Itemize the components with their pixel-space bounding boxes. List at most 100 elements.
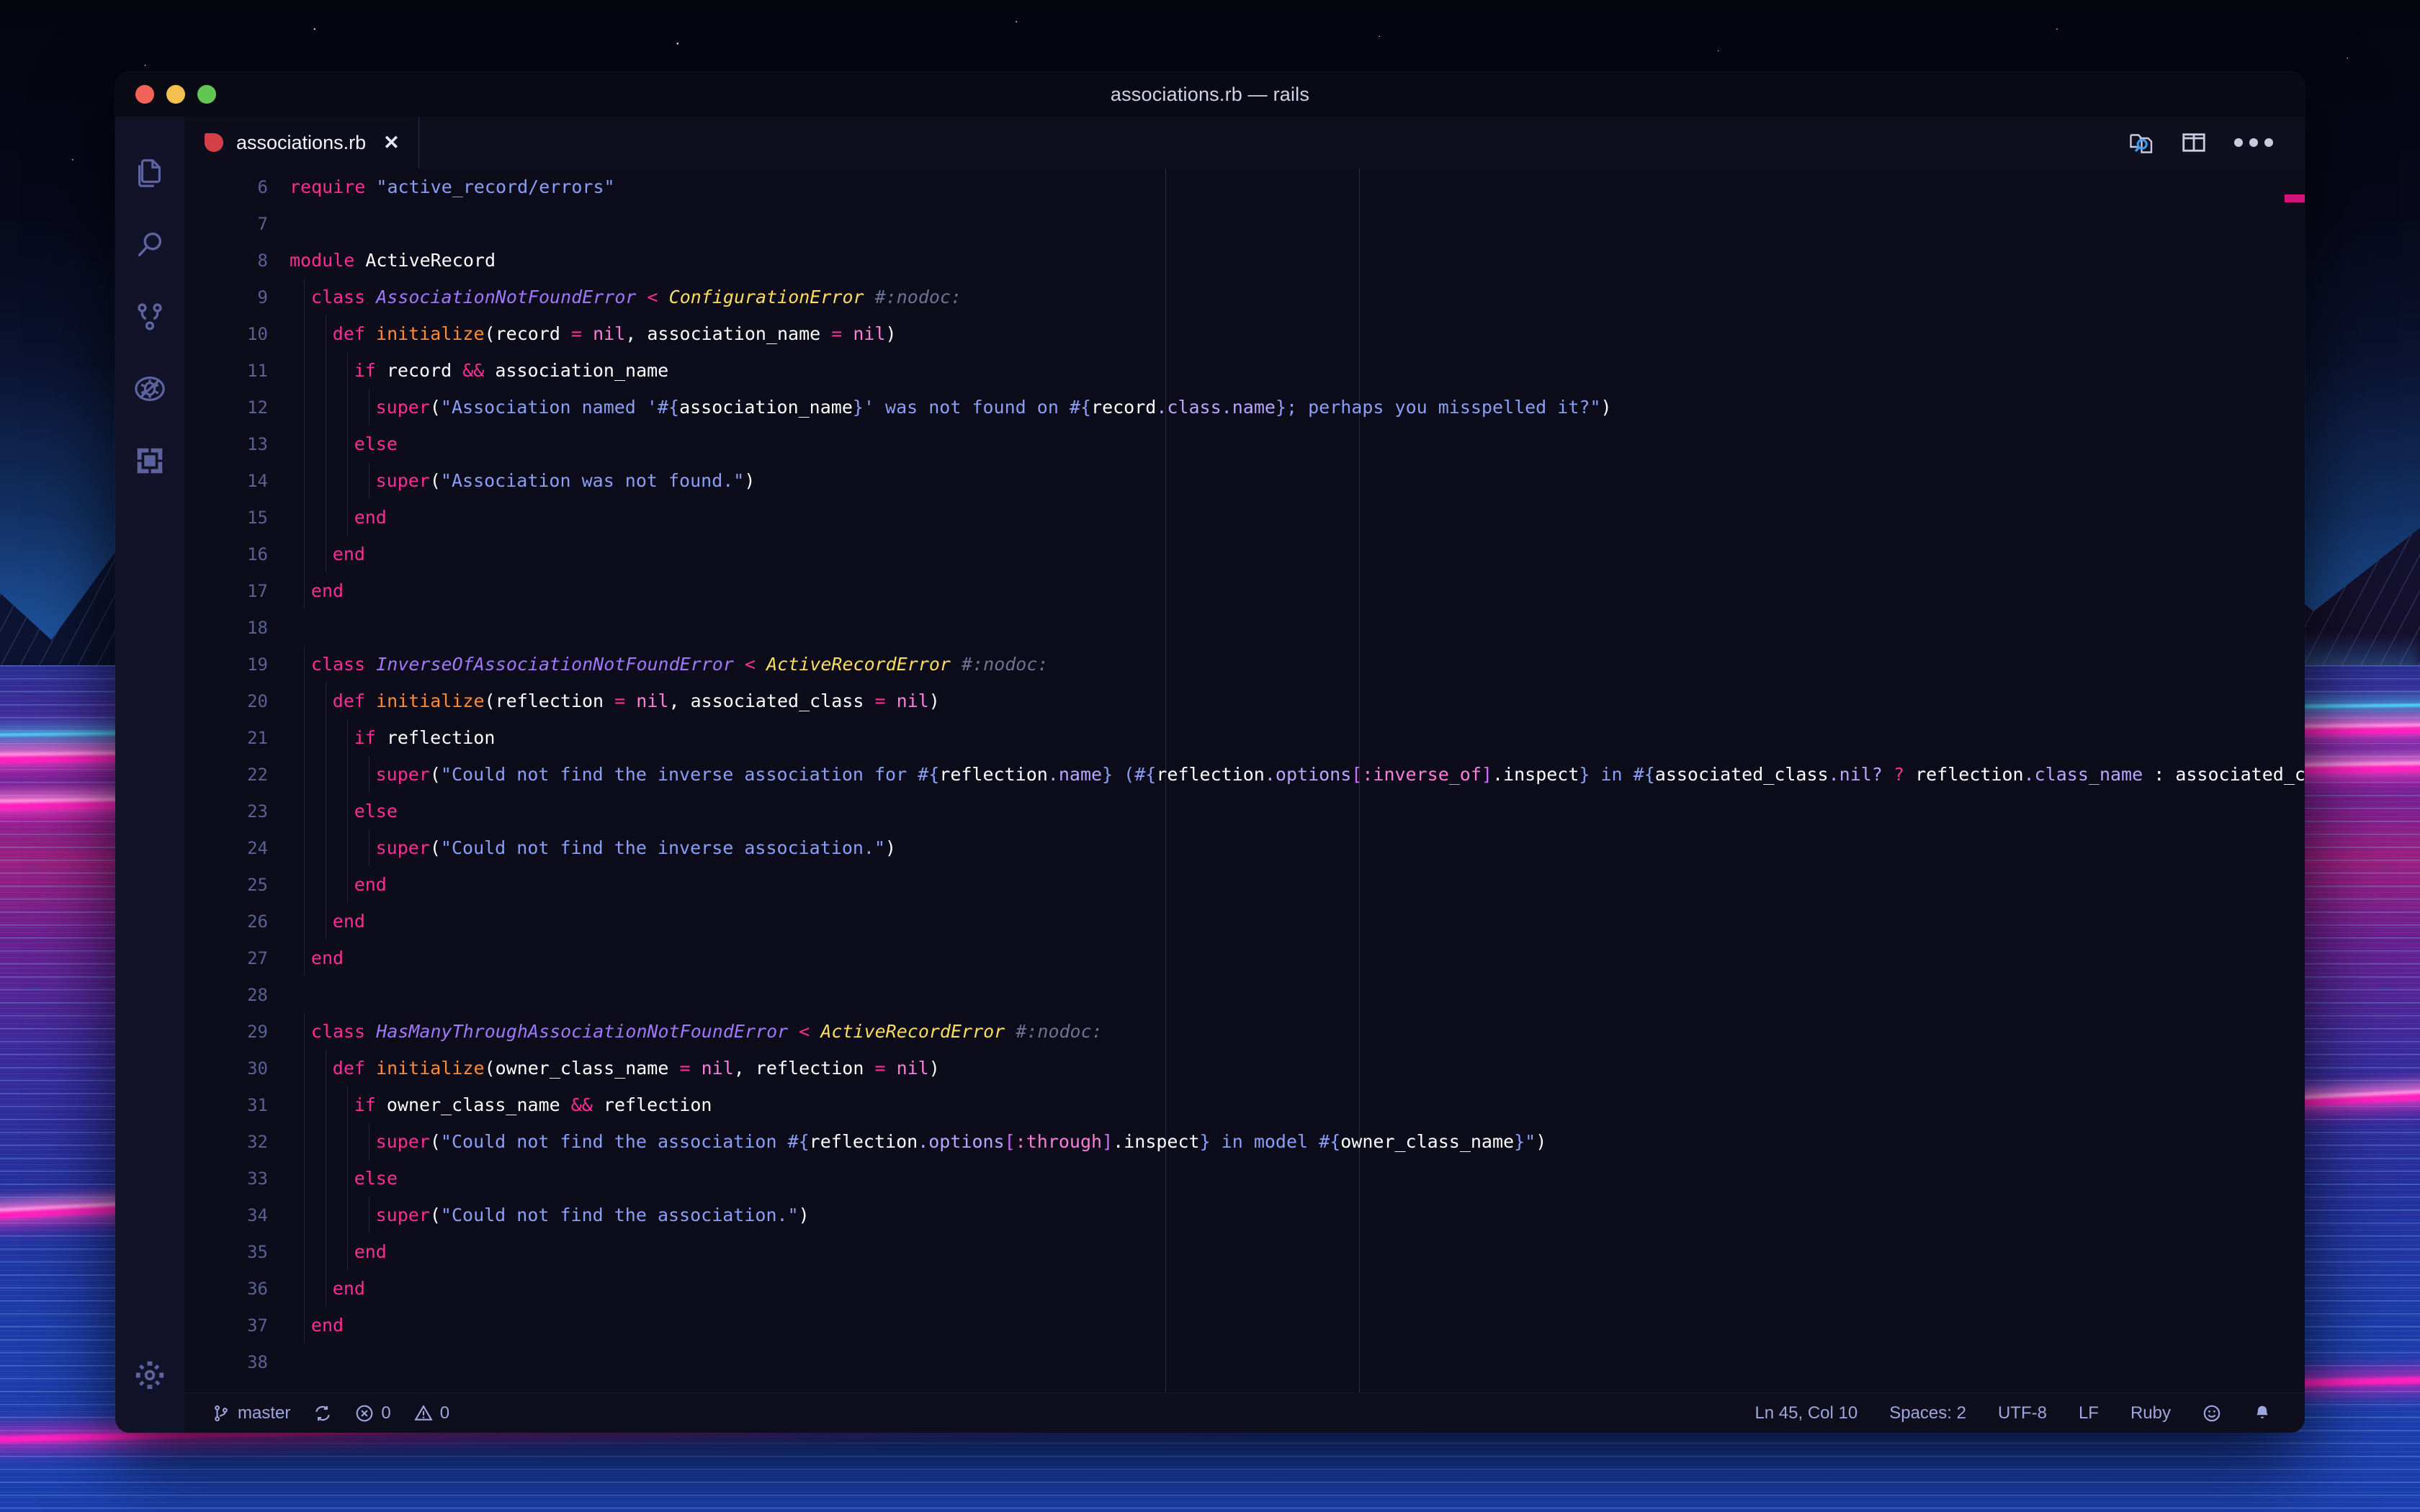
code-line[interactable]: 32super("Could not find the association …	[184, 1123, 2305, 1160]
code-line[interactable]: 24super("Could not find the inverse asso…	[184, 829, 2305, 866]
code-line[interactable]: 7	[184, 205, 2305, 242]
code-line[interactable]: 13else	[184, 426, 2305, 462]
sidebar-item-manage[interactable]	[115, 1339, 184, 1411]
code-line[interactable]: 28	[184, 976, 2305, 1013]
code-line[interactable]: 18	[184, 609, 2305, 646]
code-line[interactable]: 31if owner_class_name && reflection	[184, 1086, 2305, 1123]
code-line[interactable]: 38	[184, 1344, 2305, 1380]
tab-associations-rb[interactable]: associations.rb ✕	[184, 117, 419, 168]
errors-count: 0	[381, 1403, 390, 1423]
open-preview-icon[interactable]	[2128, 130, 2154, 156]
source-control-icon	[133, 300, 166, 333]
code-line-text: end	[290, 948, 344, 968]
line-number: 33	[184, 1169, 290, 1189]
code-line[interactable]: 16end	[184, 536, 2305, 572]
status-notifications[interactable]	[2237, 1404, 2287, 1423]
code-line[interactable]: 19class InverseOfAssociationNotFoundErro…	[184, 646, 2305, 683]
files-icon	[133, 156, 166, 189]
code-line[interactable]: 33else	[184, 1160, 2305, 1197]
code-line[interactable]: 30def initialize(owner_class_name = nil,…	[184, 1050, 2305, 1086]
sidebar-item-run-and-debug[interactable]	[115, 353, 184, 425]
eol-label: LF	[2079, 1403, 2099, 1423]
code-line[interactable]: 8module ActiveRecord	[184, 242, 2305, 279]
sidebar-item-search[interactable]	[115, 209, 184, 281]
line-number: 35	[184, 1242, 290, 1262]
code-editor[interactable]: 6require "active_record/errors"78module …	[184, 168, 2305, 1392]
line-number: 22	[184, 765, 290, 785]
traffic-lights	[135, 85, 216, 104]
code-line[interactable]: 21if reflection	[184, 719, 2305, 756]
code-line[interactable]: 36end	[184, 1270, 2305, 1307]
sidebar-item-explorer[interactable]	[115, 137, 184, 209]
code-line-text: end	[290, 1278, 365, 1299]
code-line[interactable]: 23else	[184, 793, 2305, 829]
status-branch[interactable]: master	[200, 1393, 302, 1433]
code-line[interactable]: 37end	[184, 1307, 2305, 1344]
indent-guide	[304, 1013, 305, 1344]
status-sync[interactable]	[302, 1393, 344, 1433]
code-line[interactable]: 17end	[184, 572, 2305, 609]
code-line-text: else	[290, 433, 398, 454]
line-number: 15	[184, 508, 290, 528]
code-line[interactable]: 15end	[184, 499, 2305, 536]
status-eol[interactable]: LF	[2063, 1403, 2115, 1423]
code-line-text: end	[290, 1315, 344, 1336]
code-line-text: if reflection	[290, 727, 495, 748]
indent-guide	[304, 279, 305, 609]
ellipsis-icon[interactable]	[2234, 138, 2273, 147]
status-bar-right: Ln 45, Col 10 Spaces: 2 UTF-8 LF Ruby	[1739, 1403, 2305, 1423]
code-line[interactable]: 9class AssociationNotFoundError < Config…	[184, 279, 2305, 315]
code-line[interactable]: 26end	[184, 903, 2305, 940]
code-line-text: super("Could not find the inverse associ…	[290, 837, 896, 858]
sync-icon	[313, 1404, 332, 1423]
code-line[interactable]: 25end	[184, 866, 2305, 903]
maximize-window-button[interactable]	[197, 85, 216, 104]
code-line[interactable]: 20def initialize(reflection = nil, assoc…	[184, 683, 2305, 719]
error-icon	[355, 1404, 374, 1423]
sidebar-item-extensions[interactable]	[115, 425, 184, 497]
code-line[interactable]: 22super("Could not find the inverse asso…	[184, 756, 2305, 793]
status-indentation[interactable]: Spaces: 2	[1873, 1403, 1982, 1423]
line-number: 12	[184, 397, 290, 418]
code-line[interactable]: 35end	[184, 1233, 2305, 1270]
code-line[interactable]: 10def initialize(record = nil, associati…	[184, 315, 2305, 352]
code-line-text: end	[290, 911, 365, 932]
code-line-text: super("Could not find the inverse associ…	[290, 764, 2305, 785]
code-line[interactable]: 6require "active_record/errors"	[184, 168, 2305, 205]
overview-ruler-marker[interactable]	[2285, 194, 2305, 202]
code-line[interactable]: 11if record && association_name	[184, 352, 2305, 389]
code-line-text: require "active_record/errors"	[290, 176, 615, 197]
code-line[interactable]: 27end	[184, 940, 2305, 976]
code-line-text: super("Could not find the association #{…	[290, 1131, 1546, 1152]
close-icon[interactable]: ✕	[383, 133, 400, 153]
code-surface[interactable]: 6require "active_record/errors"78module …	[184, 168, 2305, 1392]
line-number: 30	[184, 1058, 290, 1079]
editor-main: associations.rb ✕	[184, 117, 2305, 1433]
code-line[interactable]: 34super("Could not find the association.…	[184, 1197, 2305, 1233]
line-number: 17	[184, 581, 290, 601]
line-number: 9	[184, 287, 290, 307]
code-line[interactable]: 29class HasManyThroughAssociationNotFoun…	[184, 1013, 2305, 1050]
close-window-button[interactable]	[135, 85, 154, 104]
code-line[interactable]: 12super("Association named '#{associatio…	[184, 389, 2305, 426]
status-encoding[interactable]: UTF-8	[1982, 1403, 2063, 1423]
status-feedback[interactable]	[2187, 1404, 2237, 1423]
gear-icon	[133, 1359, 166, 1392]
line-number: 27	[184, 948, 290, 968]
line-number: 28	[184, 985, 290, 1005]
status-cursor-position[interactable]: Ln 45, Col 10	[1739, 1403, 1873, 1423]
minimize-window-button[interactable]	[166, 85, 185, 104]
status-language-mode[interactable]: Ruby	[2115, 1403, 2187, 1423]
line-number: 25	[184, 875, 290, 895]
line-number: 31	[184, 1095, 290, 1115]
indent-guide	[347, 352, 348, 536]
status-warnings[interactable]: 0	[403, 1393, 461, 1433]
status-errors[interactable]: 0	[344, 1393, 402, 1433]
code-line-text: end	[290, 544, 365, 564]
split-editor-icon[interactable]	[2181, 130, 2207, 156]
sidebar-item-source-control[interactable]	[115, 281, 184, 353]
line-number: 10	[184, 324, 290, 344]
code-line-text: super("Could not find the association.")	[290, 1205, 810, 1225]
line-number: 37	[184, 1315, 290, 1336]
code-line[interactable]: 14super("Association was not found.")	[184, 462, 2305, 499]
